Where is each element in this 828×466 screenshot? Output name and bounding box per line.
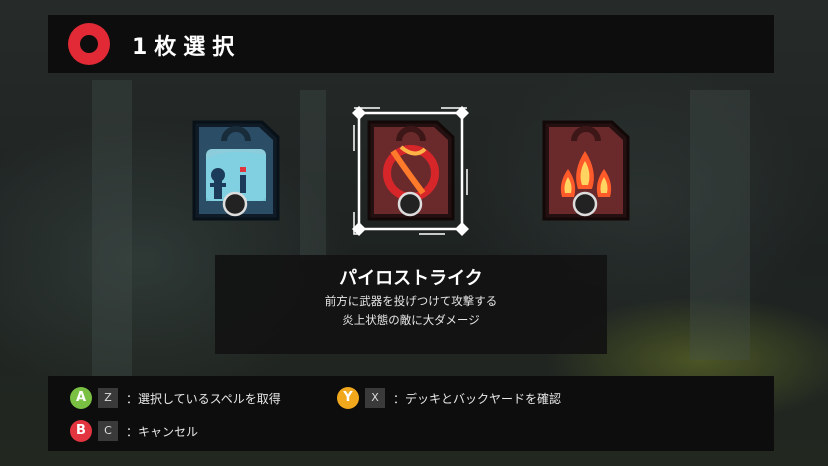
spell-card-ice[interactable] — [190, 119, 281, 223]
spell-description-panel: パイロストライク 前方に武器を投げつけて攻撃する 炎上状態の敵に大ダメージ — [215, 255, 607, 354]
spell-name: パイロストライク — [339, 268, 483, 289]
ice-spell-icon — [192, 120, 280, 221]
control-label: ：キャンセル — [126, 425, 199, 439]
page-title: 1枚選択 — [132, 35, 242, 60]
spell-description-line: 炎上状態の敵に大ダメージ — [342, 313, 480, 327]
c-key-icon: C — [98, 421, 118, 441]
spell-card-fire-pillar[interactable] — [540, 119, 631, 223]
x-key-icon: X — [365, 388, 385, 408]
control-label: ：デッキとバックヤードを確認 — [393, 392, 562, 406]
controls-bar: A Z ：選択しているスペルを取得 Y X ：デッキとバックヤードを確認 B C… — [48, 376, 774, 451]
spell-description-line: 前方に武器を投げつけて攻撃する — [324, 294, 498, 308]
bg-pillar — [300, 90, 326, 260]
fire-pillar-spell-icon — [542, 120, 630, 221]
control-label: ：選択しているスペルを取得 — [126, 392, 281, 406]
a-button-icon: A — [70, 387, 92, 409]
selection-cursor — [350, 104, 471, 238]
b-button-icon: B — [70, 420, 92, 442]
y-button-icon: Y — [337, 387, 359, 409]
header-bar: 1枚選択 — [48, 15, 774, 73]
bg-pillar — [92, 80, 132, 380]
bg-pillar — [690, 90, 750, 360]
z-key-icon: Z — [98, 388, 118, 408]
ring-icon — [68, 23, 110, 65]
